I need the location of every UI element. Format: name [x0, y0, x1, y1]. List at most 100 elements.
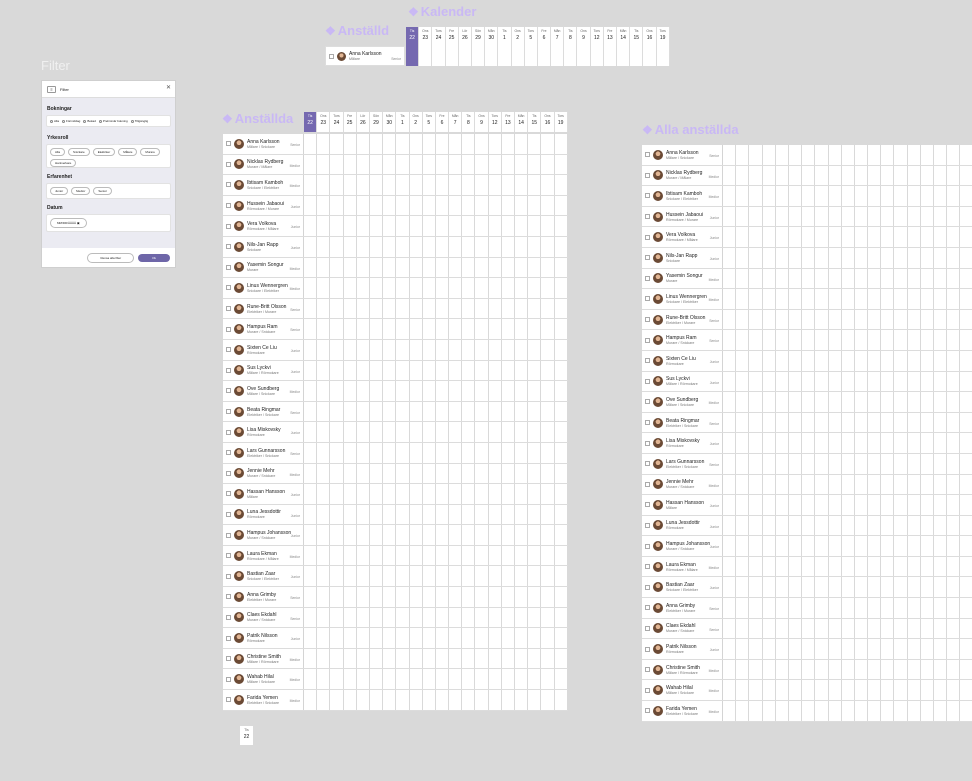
day-cell[interactable] — [920, 412, 934, 433]
day-cell[interactable] — [330, 566, 344, 587]
day-cell[interactable] — [775, 412, 789, 433]
day-cell[interactable] — [788, 680, 803, 701]
day-cell[interactable] — [343, 360, 357, 381]
day-cell[interactable] — [881, 330, 895, 350]
day-cell[interactable] — [475, 175, 489, 195]
day-cell[interactable] — [802, 515, 816, 536]
day-cell[interactable] — [881, 309, 895, 330]
day-cell[interactable] — [881, 186, 895, 206]
day-cell[interactable] — [841, 268, 855, 289]
day-cell[interactable] — [736, 268, 750, 289]
day-cell[interactable] — [960, 701, 972, 721]
day-cell[interactable] — [749, 474, 763, 495]
day-cell[interactable] — [868, 536, 882, 556]
day-cell[interactable] — [828, 701, 842, 721]
day-cell[interactable] — [762, 659, 776, 680]
day-cell[interactable] — [947, 412, 961, 433]
day-cell[interactable] — [554, 463, 568, 484]
day-cell[interactable] — [409, 175, 423, 195]
day-cell[interactable] — [841, 412, 855, 433]
day-cell[interactable] — [815, 659, 829, 680]
day-cell[interactable] — [854, 392, 869, 412]
day-cell[interactable] — [488, 566, 502, 587]
day-cell[interactable] — [409, 401, 423, 422]
day-cell[interactable] — [383, 587, 397, 607]
day-header[interactable]: Lör 26 — [458, 27, 472, 66]
day-cell[interactable] — [515, 607, 529, 628]
day-cell[interactable] — [304, 195, 318, 216]
day-cell[interactable] — [841, 206, 855, 227]
day-cell[interactable] — [762, 495, 776, 515]
day-cell[interactable] — [554, 216, 568, 236]
day-cell[interactable] — [841, 680, 855, 701]
day-cell[interactable] — [828, 247, 842, 268]
day-cell[interactable] — [369, 319, 384, 339]
day-cell[interactable] — [369, 195, 384, 216]
day-cell[interactable] — [828, 474, 842, 495]
day-cell[interactable] — [528, 175, 542, 195]
row-checkbox[interactable] — [226, 285, 231, 291]
day-cell[interactable] — [462, 360, 476, 381]
day-cell[interactable] — [947, 556, 961, 577]
day-cell[interactable] — [488, 339, 502, 360]
day-cell[interactable] — [788, 350, 803, 371]
day-cell[interactable] — [815, 371, 829, 392]
day-cell[interactable] — [330, 257, 344, 278]
day-cell[interactable] — [528, 442, 542, 463]
day-cell[interactable] — [501, 607, 515, 628]
day-cell[interactable] — [828, 556, 842, 577]
day-cell[interactable] — [868, 206, 882, 227]
day-cell[interactable] — [854, 495, 869, 515]
row-checkbox[interactable] — [226, 532, 231, 538]
employee-row[interactable]: Patrik Nilsson Rörmokare Junior — [223, 628, 568, 649]
day-cell[interactable] — [868, 639, 882, 659]
day-cell[interactable] — [488, 154, 502, 175]
day-cell[interactable] — [356, 319, 370, 339]
day-cell[interactable] — [854, 639, 869, 659]
day-cell[interactable] — [788, 515, 803, 536]
day-cell[interactable] — [501, 463, 515, 484]
day-cell[interactable] — [343, 278, 357, 298]
day-cell[interactable] — [749, 145, 763, 165]
day-cell[interactable] — [330, 236, 344, 257]
day-cell[interactable] — [736, 227, 750, 247]
day-cell[interactable] — [449, 339, 463, 360]
day-cell[interactable] — [396, 278, 410, 298]
day-cell[interactable] — [501, 587, 515, 607]
day-cell[interactable] — [435, 257, 450, 278]
day-cell[interactable] — [462, 216, 476, 236]
day-cell[interactable] — [775, 227, 789, 247]
day-cell[interactable] — [383, 463, 397, 484]
day-cell[interactable] — [736, 371, 750, 392]
day-cell[interactable] — [515, 566, 529, 587]
day-cell[interactable] — [330, 628, 344, 648]
day-cell[interactable] — [802, 536, 816, 556]
day-cell[interactable] — [960, 309, 972, 330]
day-cell[interactable] — [541, 154, 555, 175]
day-cell[interactable] — [788, 145, 803, 165]
row-checkbox[interactable] — [226, 203, 231, 209]
day-cell[interactable] — [947, 618, 961, 639]
day-cell[interactable] — [815, 145, 829, 165]
day-header[interactable]: Fre 25 — [343, 112, 357, 132]
day-cell[interactable] — [947, 392, 961, 412]
day-cell[interactable] — [488, 587, 502, 607]
day-cell[interactable] — [854, 453, 869, 474]
day-header[interactable]: Tis 8 — [462, 112, 476, 132]
day-cell[interactable] — [749, 556, 763, 577]
day-cell[interactable] — [802, 453, 816, 474]
day-cell[interactable] — [541, 484, 555, 504]
row-checkbox[interactable] — [645, 399, 650, 405]
day-cell[interactable] — [934, 598, 948, 618]
day-cell[interactable] — [723, 433, 737, 453]
day-cell[interactable] — [788, 412, 803, 433]
employee-row[interactable]: Nicklas Rydberg Murare / Målare Medior — [223, 154, 568, 176]
day-cell[interactable] — [304, 381, 318, 401]
day-cell[interactable] — [854, 577, 869, 598]
day-cell[interactable] — [475, 607, 489, 628]
row-checkbox[interactable] — [645, 358, 650, 364]
day-cell[interactable] — [462, 628, 476, 648]
day-cell[interactable] — [330, 339, 344, 360]
day-cell[interactable] — [462, 195, 476, 216]
day-cell[interactable] — [907, 371, 921, 392]
